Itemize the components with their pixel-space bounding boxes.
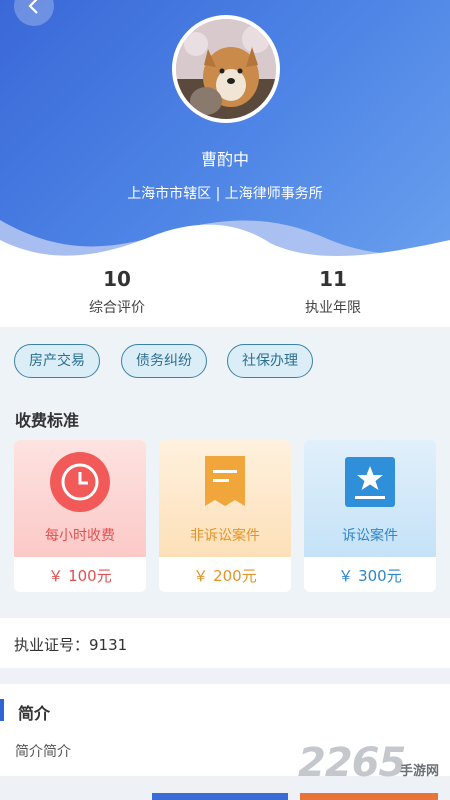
stat-rating: 10 综合评价 xyxy=(17,267,217,317)
stats-row: 10 综合评价 11 执业年限 xyxy=(0,265,450,327)
stat-label: 综合评价 xyxy=(89,300,145,316)
fee-label: 非诉讼案件 xyxy=(190,528,260,544)
fee-card-hourly[interactable]: 每小时收费 ￥ 100元 xyxy=(14,440,146,592)
intro-text: 简介简介 xyxy=(15,744,71,760)
fee-label: 诉讼案件 xyxy=(342,528,398,544)
avatar xyxy=(172,15,280,123)
tag-property[interactable]: 房产交易 xyxy=(14,344,100,378)
stat-years: 11 执业年限 xyxy=(233,267,433,317)
star-document-icon xyxy=(345,457,395,507)
chevron-left-icon xyxy=(28,0,38,14)
profile-header: 曹酌中 上海市市辖区 | 上海律师事务所 xyxy=(0,0,450,265)
watermark-text: 手游网 xyxy=(400,764,440,779)
fee-price: ￥ 200元 xyxy=(193,567,257,585)
clock-icon xyxy=(50,452,110,512)
back-button[interactable] xyxy=(14,0,54,26)
document-icon xyxy=(205,456,245,506)
stat-value: 10 xyxy=(103,267,131,291)
header-wave xyxy=(0,220,450,265)
fee-section: 收费标准 每小时收费 ￥ 100元 非诉讼案件 ￥ 200元 诉讼案件 ￥ 30… xyxy=(0,387,450,612)
fee-price: ￥ 300元 xyxy=(338,567,402,585)
watermark-number: 2265 xyxy=(298,740,406,786)
stat-label: 执业年限 xyxy=(305,300,361,316)
tag-debt[interactable]: 债务纠纷 xyxy=(121,344,207,378)
fee-price: ￥ 100元 xyxy=(48,567,112,585)
specialty-tags: 房产交易 债务纠纷 社保办理 xyxy=(0,327,450,387)
fee-card-litigation[interactable]: 诉讼案件 ￥ 300元 xyxy=(304,440,436,592)
stat-value: 11 xyxy=(319,267,347,291)
fee-card-non-litigation[interactable]: 非诉讼案件 ￥ 200元 xyxy=(159,440,291,592)
fee-title: 收费标准 xyxy=(15,411,80,430)
intro-title: 简介 xyxy=(18,704,51,723)
fee-label: 每小时收费 xyxy=(45,528,115,544)
watermark-logo: 2265 手游网 xyxy=(298,740,448,790)
bottom-button-primary[interactable] xyxy=(152,793,288,800)
license-row: 执业证号：9131 xyxy=(0,618,450,668)
license-number: 执业证号：9131 xyxy=(14,636,128,654)
lawyer-name: 曹酌中 xyxy=(200,150,249,169)
bottom-button-secondary[interactable] xyxy=(300,793,438,800)
tag-social-security[interactable]: 社保办理 xyxy=(227,344,313,378)
section-accent-bar xyxy=(0,699,4,721)
